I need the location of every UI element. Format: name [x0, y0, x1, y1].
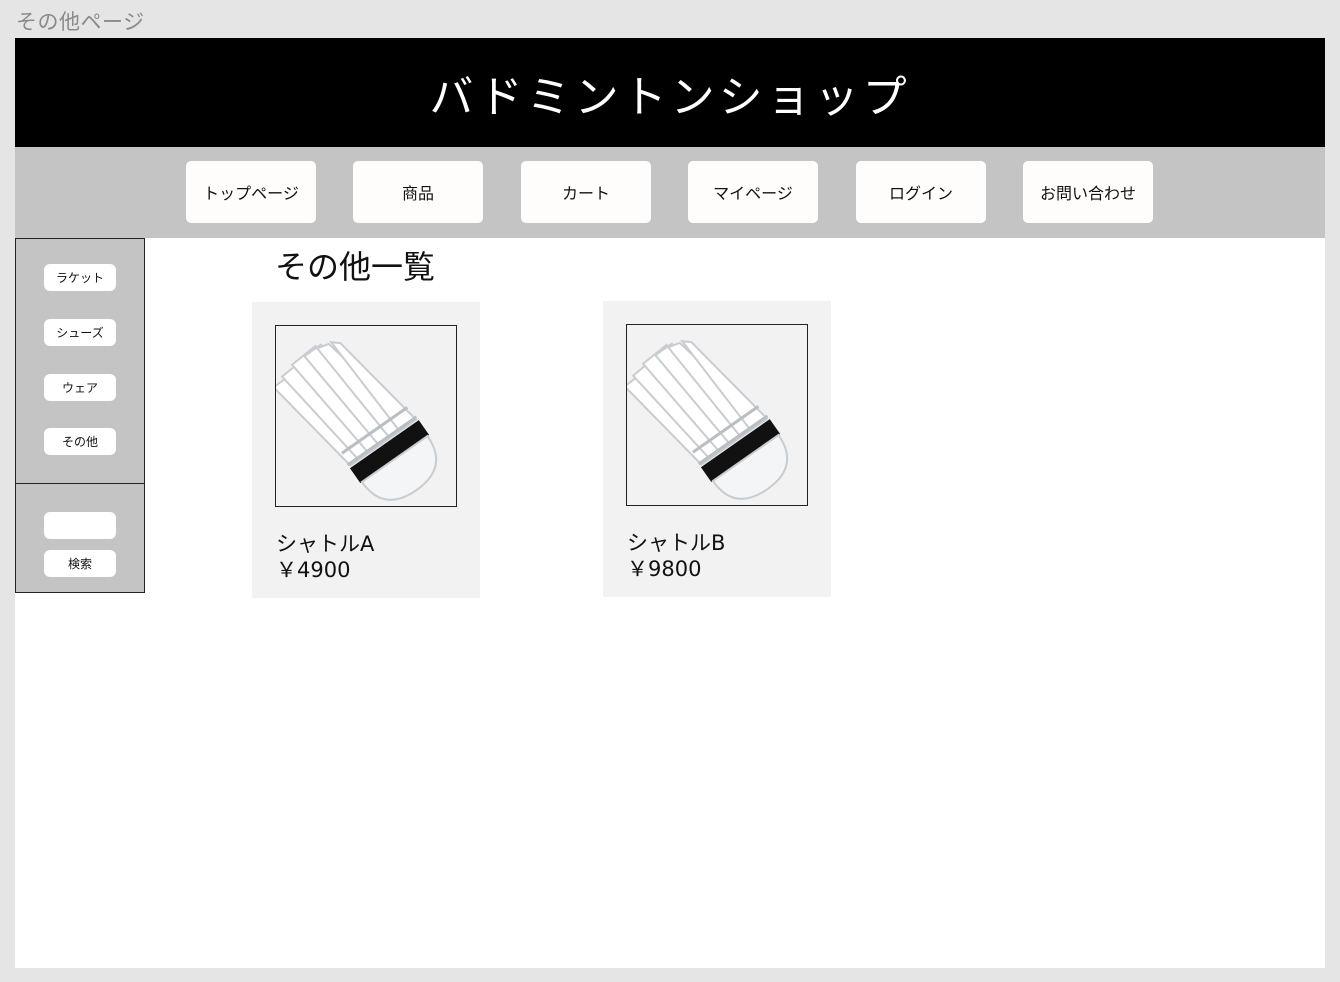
- page-title: その他一覧: [275, 248, 436, 286]
- page-frame: バドミントンショップ トップページ 商品 カート マイページ ログイン お問い合…: [15, 38, 1325, 968]
- nav-contact-button[interactable]: お問い合わせ: [1023, 161, 1153, 223]
- nav-products-button[interactable]: 商品: [353, 161, 483, 223]
- search-input[interactable]: [44, 512, 116, 539]
- product-price: ￥9800: [627, 557, 702, 581]
- site-header: バドミントンショップ: [15, 38, 1325, 147]
- product-price: ￥4900: [276, 558, 351, 582]
- sidebar-item-wear[interactable]: ウェア: [44, 374, 116, 401]
- nav-cart-button[interactable]: カート: [521, 161, 651, 223]
- nav-login-button[interactable]: ログイン: [856, 161, 986, 223]
- site-title: バドミントンショップ: [429, 71, 911, 123]
- product-card[interactable]: シャトルA ￥4900: [252, 302, 480, 598]
- sidebar-item-shoes[interactable]: シューズ: [44, 319, 116, 346]
- shuttlecock-icon: [275, 325, 457, 507]
- shuttlecock-icon: [626, 324, 808, 506]
- product-card[interactable]: シャトルB ￥9800: [603, 301, 831, 597]
- category-sidebar: ラケット シューズ ウェア その他: [15, 238, 145, 484]
- sidebar-item-other[interactable]: その他: [44, 428, 116, 455]
- search-sidebar: 検索: [15, 483, 145, 593]
- nav-top-page-button[interactable]: トップページ: [186, 161, 316, 223]
- nav-mypage-button[interactable]: マイページ: [688, 161, 818, 223]
- main-nav: トップページ 商品 カート マイページ ログイン お問い合わせ: [15, 147, 1325, 238]
- search-button[interactable]: 検索: [44, 550, 116, 577]
- sidebar-item-racket[interactable]: ラケット: [44, 264, 116, 291]
- page-label: その他ページ: [16, 10, 145, 34]
